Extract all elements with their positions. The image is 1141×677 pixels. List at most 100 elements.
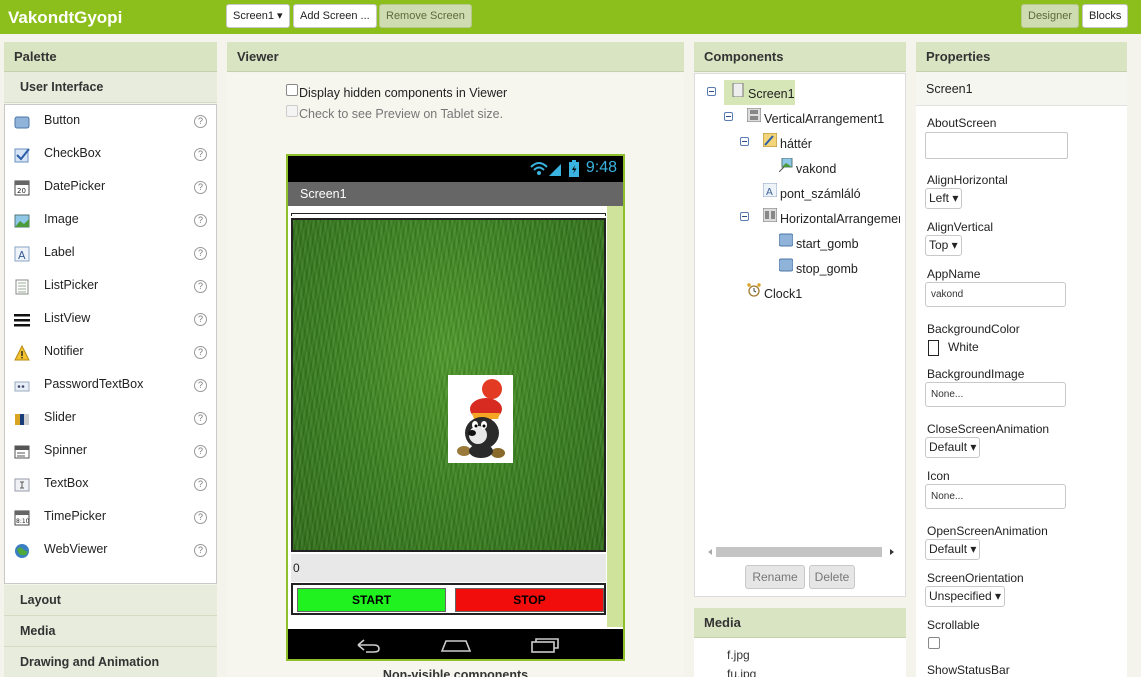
tree-node-clock1[interactable]: Clock1 bbox=[764, 287, 802, 301]
svg-text:8:10: 8:10 bbox=[16, 518, 30, 525]
collapse-toggle-hatter[interactable] bbox=[740, 137, 749, 146]
properties-title: Properties bbox=[916, 42, 1127, 72]
horizontal-arrangement-icon bbox=[763, 208, 777, 222]
mole-image-vakond[interactable] bbox=[448, 375, 513, 463]
category-layout[interactable]: Layout bbox=[4, 585, 217, 616]
home-icon[interactable] bbox=[440, 637, 472, 653]
background-image-input[interactable]: None... bbox=[925, 382, 1066, 407]
tree-node-horizontalarrangement[interactable]: HorizontalArrangemen bbox=[780, 212, 900, 226]
help-icon[interactable]: ? bbox=[194, 280, 207, 293]
palette-item-spinner[interactable]: Spinner ? bbox=[5, 435, 216, 468]
category-drawing-animation[interactable]: Drawing and Animation bbox=[4, 647, 217, 677]
battery-icon bbox=[569, 160, 579, 177]
textbox-icon bbox=[14, 478, 30, 492]
collapse-toggle-vertical[interactable] bbox=[724, 112, 733, 121]
background-color-value[interactable]: White bbox=[948, 340, 979, 354]
recent-apps-icon[interactable] bbox=[530, 636, 560, 654]
checkbox-icon bbox=[14, 148, 30, 163]
tree-node-start-gomb[interactable]: start_gomb bbox=[796, 237, 859, 251]
palette-item-checkbox[interactable]: CheckBox ? bbox=[5, 138, 216, 171]
palette-item-notifier[interactable]: Notifier ? bbox=[5, 336, 216, 369]
score-label-pont-szamlalo: 0 bbox=[291, 554, 606, 582]
palette-item-textbox[interactable]: TextBox ? bbox=[5, 468, 216, 501]
tree-node-verticalarrangement1[interactable]: VerticalArrangement1 bbox=[764, 112, 884, 126]
help-icon[interactable]: ? bbox=[194, 478, 207, 491]
warning-icon bbox=[14, 345, 30, 361]
palette-item-label[interactable]: A Label ? bbox=[5, 237, 216, 270]
category-user-interface[interactable]: User Interface bbox=[4, 72, 217, 103]
tree-node-hatter[interactable]: háttér bbox=[780, 137, 812, 151]
wifi-signal-icon bbox=[530, 162, 561, 176]
help-icon[interactable]: ? bbox=[194, 511, 207, 524]
password-icon bbox=[14, 381, 30, 392]
rename-button[interactable]: Rename bbox=[745, 565, 805, 589]
palette-item-image[interactable]: Image ? bbox=[5, 204, 216, 237]
collapse-toggle-screen1[interactable] bbox=[707, 87, 716, 96]
open-animation-select[interactable]: Default ▾ bbox=[925, 539, 981, 560]
back-icon[interactable] bbox=[354, 637, 382, 653]
remove-screen-button[interactable]: Remove Screen bbox=[379, 4, 472, 28]
icon-input[interactable]: None... bbox=[925, 484, 1066, 509]
datepicker-icon: 20 bbox=[14, 180, 30, 196]
properties-component-name: Screen1 bbox=[916, 72, 1127, 106]
delete-button[interactable]: Delete bbox=[809, 565, 855, 589]
prop-app-name-label: AppName bbox=[927, 267, 981, 281]
prop-screen-orientation-label: ScreenOrientation bbox=[927, 571, 1024, 585]
help-icon[interactable]: ? bbox=[194, 181, 207, 194]
button-icon bbox=[779, 233, 793, 247]
tree-node-pont-szamlalo[interactable]: pont_számláló bbox=[780, 187, 861, 201]
tree-node-screen1[interactable]: Screen1 bbox=[748, 87, 795, 101]
stop-button[interactable]: STOP bbox=[455, 588, 604, 612]
help-icon[interactable]: ? bbox=[194, 313, 207, 326]
help-icon[interactable]: ? bbox=[194, 445, 207, 458]
background-image-hatter[interactable] bbox=[291, 218, 606, 552]
palette-item-timepicker[interactable]: 8:10 TimePicker ? bbox=[5, 501, 216, 534]
palette-item-listview[interactable]: ListView ? bbox=[5, 303, 216, 336]
palette-item-slider[interactable]: Slider ? bbox=[5, 402, 216, 435]
help-icon[interactable]: ? bbox=[194, 148, 207, 161]
align-vertical-select[interactable]: Top ▾ bbox=[925, 235, 962, 256]
screen-orientation-select[interactable]: Unspecified ▾ bbox=[925, 586, 1006, 607]
help-icon[interactable]: ? bbox=[194, 247, 207, 260]
background-color-swatch[interactable] bbox=[928, 340, 939, 356]
blocks-button[interactable]: Blocks bbox=[1082, 4, 1129, 28]
tablet-preview-label: Check to see Preview on Tablet size. bbox=[299, 107, 504, 121]
media-file[interactable]: fu.jpg bbox=[727, 667, 756, 677]
help-icon[interactable]: ? bbox=[194, 115, 207, 128]
label-icon: A bbox=[763, 183, 777, 197]
phone-time: 9:48 bbox=[585, 159, 617, 176]
help-icon[interactable]: ? bbox=[194, 544, 207, 557]
collapse-toggle-horizontal[interactable] bbox=[740, 212, 749, 221]
screen-select[interactable]: Screen1 ▾ bbox=[226, 4, 290, 28]
about-screen-textarea[interactable] bbox=[925, 132, 1068, 159]
help-icon[interactable]: ? bbox=[194, 379, 207, 392]
display-hidden-checkbox[interactable] bbox=[286, 84, 298, 96]
slider-icon bbox=[15, 414, 29, 425]
vertical-arrangement-border bbox=[291, 213, 606, 216]
svg-text:A: A bbox=[18, 249, 26, 262]
align-horizontal-select[interactable]: Left ▾ bbox=[925, 188, 963, 209]
app-name-input[interactable]: vakond bbox=[925, 282, 1066, 307]
category-media[interactable]: Media bbox=[4, 616, 217, 647]
close-animation-select[interactable]: Default ▾ bbox=[925, 437, 981, 458]
spinner-icon bbox=[14, 445, 30, 459]
add-screen-button[interactable]: Add Screen ... bbox=[293, 4, 377, 28]
designer-button[interactable]: Designer bbox=[1021, 4, 1080, 28]
palette-item-datepicker[interactable]: 20 DatePicker ? bbox=[5, 171, 216, 204]
palette-item-button[interactable]: Button ? bbox=[5, 105, 216, 138]
start-button[interactable]: START bbox=[297, 588, 446, 612]
palette-item-webviewer[interactable]: WebViewer ? bbox=[5, 534, 216, 567]
tree-node-vakond[interactable]: vakond bbox=[796, 162, 836, 176]
tree-node-stop-gomb[interactable]: stop_gomb bbox=[796, 262, 858, 276]
label-icon: A bbox=[14, 246, 30, 262]
help-icon[interactable]: ? bbox=[194, 412, 207, 425]
palette-item-passwordtextbox[interactable]: PasswordTextBox ? bbox=[5, 369, 216, 402]
components-horizontal-scrollbar[interactable] bbox=[704, 546, 898, 558]
help-icon[interactable]: ? bbox=[194, 346, 207, 359]
palette-item-listpicker[interactable]: ListPicker ? bbox=[5, 270, 216, 303]
media-file[interactable]: f.jpg bbox=[727, 648, 750, 662]
scrollable-checkbox[interactable] bbox=[928, 637, 940, 649]
help-icon[interactable]: ? bbox=[194, 214, 207, 227]
app-title: VakondtGyopi bbox=[8, 8, 123, 27]
tablet-preview-checkbox[interactable] bbox=[286, 105, 298, 117]
